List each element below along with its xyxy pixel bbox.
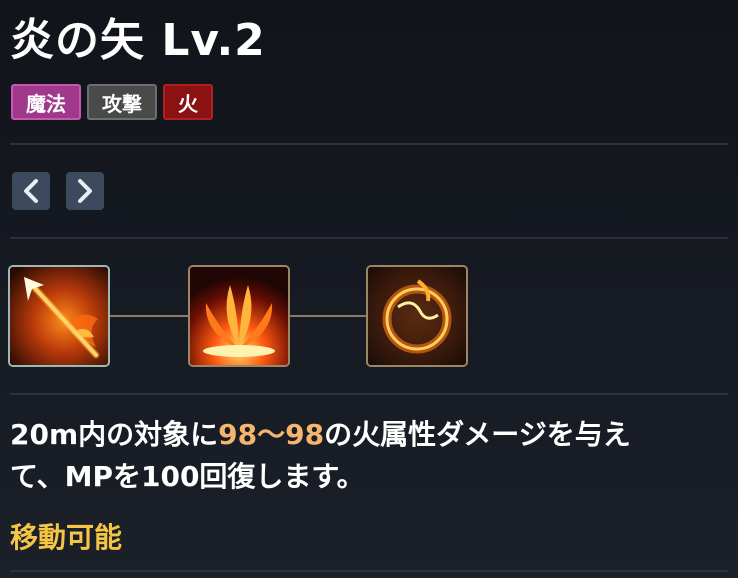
tree-connector <box>290 315 366 317</box>
damage-range: 98〜98 <box>218 418 325 451</box>
skill-level: Lv.2 <box>161 15 266 66</box>
tag-list: 魔法 攻撃 火 <box>11 84 213 120</box>
fire-ring-icon <box>368 267 466 365</box>
next-button[interactable] <box>66 172 104 210</box>
skill-node-flaming-arrow[interactable] <box>8 265 110 367</box>
description-text: 20m内の対象に <box>10 418 219 451</box>
tag-fire: 火 <box>163 84 213 120</box>
chevron-right-icon <box>78 179 92 203</box>
tag-attack: 攻撃 <box>87 84 157 120</box>
skill-tree <box>8 265 478 367</box>
skill-node-fire-burst[interactable] <box>188 265 290 367</box>
divider <box>10 570 728 572</box>
tree-connector <box>110 315 188 317</box>
description-text: の火属性ダメージを与え <box>324 418 631 451</box>
chevron-left-icon <box>24 179 38 203</box>
skill-node-fire-ring[interactable] <box>366 265 468 367</box>
tag-magic: 魔法 <box>11 84 81 120</box>
divider <box>10 237 728 239</box>
skill-description: 20m内の対象に98〜98の火属性ダメージを与え て、MPを100回復します。 <box>10 414 710 498</box>
fire-burst-icon <box>190 267 288 365</box>
status-movable: 移動可能 <box>10 521 123 554</box>
prev-button[interactable] <box>12 172 50 210</box>
divider <box>10 393 728 395</box>
description-text: て、MPを100回復します。 <box>10 460 365 493</box>
divider <box>10 143 728 145</box>
flaming-arrow-icon <box>10 267 108 365</box>
skill-name: 炎の矢 <box>10 15 145 66</box>
skill-title: 炎の矢 Lv.2 <box>10 4 266 68</box>
